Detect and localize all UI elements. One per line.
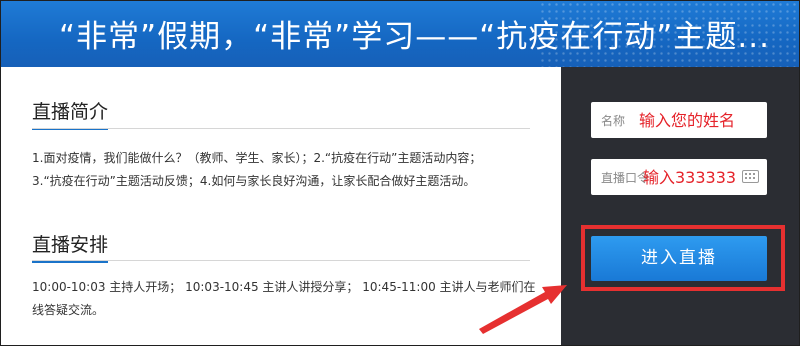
schedule-heading: 直播安排 <box>32 230 109 263</box>
intro-line-1: 1.面对疫情，我们能做什么？（教师、学生、家长）；2.“抗疫在行动”主题活动内容… <box>32 151 482 165</box>
screenshot-frame: “非常”假期，“非常”学习——“抗疫在行动”主题... 直播简介 1.面对疫情，… <box>0 0 800 346</box>
login-panel: 名称 输入您的姓名 直播口令 输入333333 <box>561 67 799 345</box>
name-field-label: 名称 <box>601 114 626 128</box>
intro-text: 1.面对疫情，我们能做什么？（教师、学生、家长）；2.“抗疫在行动”主题活动内容… <box>32 147 537 193</box>
annotation-arrow-icon <box>479 285 567 334</box>
schedule-text: 10:00-10:03 主持人开场； 10:03-10:45 主讲人讲授分享； … <box>32 276 537 322</box>
intro-heading: 直播简介 <box>32 97 109 130</box>
banner: “非常”假期，“非常”学习——“抗疫在行动”主题... <box>1 1 799 67</box>
password-field[interactable]: 直播口令 输入333333 <box>591 159 767 195</box>
intro-divider <box>32 128 530 129</box>
name-field-value: 输入您的姓名 <box>639 111 736 130</box>
schedule-divider <box>32 260 530 261</box>
password-field-value: 输入333333 <box>643 168 737 187</box>
intro-line-2: 3.“抗疫在行动”主题活动反馈；4.如何与家长良好沟通，让家长配合做好主题活动。 <box>32 174 476 188</box>
schedule-line-2: 线答疑交流。 <box>32 303 105 317</box>
schedule-line-1: 10:00-10:03 主持人开场； 10:03-10:45 主讲人讲授分享； … <box>32 280 536 294</box>
enter-live-button[interactable]: 进入直播 <box>591 236 767 281</box>
password-field-label: 直播口令 <box>601 171 650 185</box>
keyboard-icon[interactable] <box>742 170 759 183</box>
name-field[interactable]: 名称 输入您的姓名 <box>591 102 767 138</box>
banner-title: “非常”假期，“非常”学习——“抗疫在行动”主题... <box>59 19 770 55</box>
